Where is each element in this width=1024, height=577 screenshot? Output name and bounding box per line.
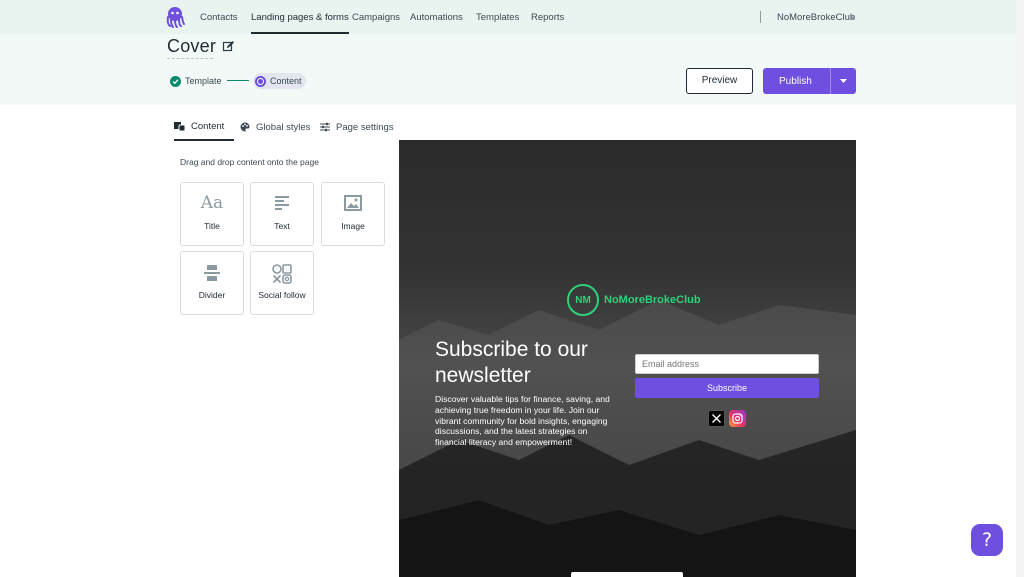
step-template[interactable]: Template — [170, 73, 222, 89]
title-underline — [167, 58, 213, 59]
content-blocks-icon — [174, 122, 185, 131]
floating-toolbar[interactable] — [571, 572, 683, 577]
edit-pencil-icon[interactable] — [222, 40, 235, 53]
blocks-help-text: Drag and drop content onto the page — [180, 157, 319, 167]
instagram-icon[interactable] — [729, 410, 746, 427]
sliders-icon — [320, 122, 330, 132]
block-image-label: Image — [341, 221, 365, 231]
tab-global-styles-label: Global styles — [256, 121, 311, 133]
block-divider-label: Divider — [198, 290, 226, 300]
top-navigation: Contacts Landing pages & forms Campaigns… — [0, 0, 1024, 34]
publish-button[interactable]: Publish — [763, 68, 856, 94]
help-button[interactable]: ? — [971, 524, 1003, 556]
nav-templates[interactable]: Templates — [476, 0, 519, 34]
publish-options-chevron-down-icon[interactable] — [830, 68, 856, 94]
octopus-logo-icon[interactable] — [165, 6, 185, 28]
brand-monogram: NM — [567, 284, 599, 316]
page-scrollbar[interactable] — [1016, 0, 1024, 577]
page-title[interactable]: Cover — [167, 36, 216, 57]
nav-campaigns[interactable]: Campaigns — [352, 0, 400, 34]
block-image[interactable]: Image — [321, 182, 385, 246]
tab-content[interactable]: Content — [174, 113, 235, 141]
current-step-icon — [255, 75, 266, 87]
tab-page-settings-label: Page settings — [336, 121, 394, 133]
block-divider[interactable]: Divider — [180, 251, 244, 315]
newsletter-description: Discover valuable tips for finance, savi… — [435, 394, 610, 448]
check-icon — [170, 75, 181, 87]
newsletter-title: Subscribe to our newsletter — [435, 338, 588, 387]
preview-button[interactable]: Preview — [686, 68, 753, 94]
block-title-label: Title — [204, 221, 220, 231]
title-icon: Aa — [200, 193, 224, 213]
landing-page-preview[interactable]: NM NoMoreBrokeClub Subscribe to our news… — [399, 140, 856, 577]
step-content-label: Content — [270, 76, 302, 86]
nav-reports[interactable]: Reports — [531, 0, 564, 34]
step-content[interactable]: Content — [253, 73, 306, 89]
email-address-input[interactable]: Email address — [635, 354, 819, 374]
block-text-label: Text — [274, 221, 290, 231]
publish-button-label: Publish — [779, 75, 812, 87]
nav-contacts[interactable]: Contacts — [200, 0, 238, 34]
divider-icon — [181, 264, 243, 282]
tab-content-label: Content — [191, 120, 225, 132]
subscribe-button[interactable]: Subscribe — [635, 378, 819, 398]
nav-divider — [760, 11, 761, 23]
palette-icon — [240, 122, 250, 132]
image-icon — [322, 195, 384, 211]
block-social-follow-label: Social follow — [258, 290, 306, 300]
editor-header — [0, 34, 1024, 105]
x-icon[interactable] — [708, 410, 725, 427]
step-connector — [227, 80, 249, 81]
account-menu[interactable]: NoMoreBrokeClub — [777, 0, 855, 35]
block-text[interactable]: Text — [250, 182, 314, 246]
brand-name: NoMoreBrokeClub — [604, 294, 701, 306]
tab-page-settings[interactable]: Page settings — [320, 113, 394, 141]
social-follow-icon — [251, 263, 313, 285]
tab-global-styles[interactable]: Global styles — [240, 113, 310, 141]
text-icon — [251, 195, 313, 211]
block-social-follow[interactable]: Social follow — [250, 251, 314, 315]
brand-logo: NM NoMoreBrokeClub — [567, 284, 701, 316]
block-title[interactable]: Aa Title — [180, 182, 244, 246]
step-template-label: Template — [185, 76, 222, 86]
question-mark-icon: ? — [981, 529, 993, 551]
nav-landing-pages-forms[interactable]: Landing pages & forms — [251, 0, 349, 34]
nav-automations[interactable]: Automations — [410, 0, 463, 34]
account-chevron-down-icon[interactable]: ▾ — [851, 14, 855, 22]
